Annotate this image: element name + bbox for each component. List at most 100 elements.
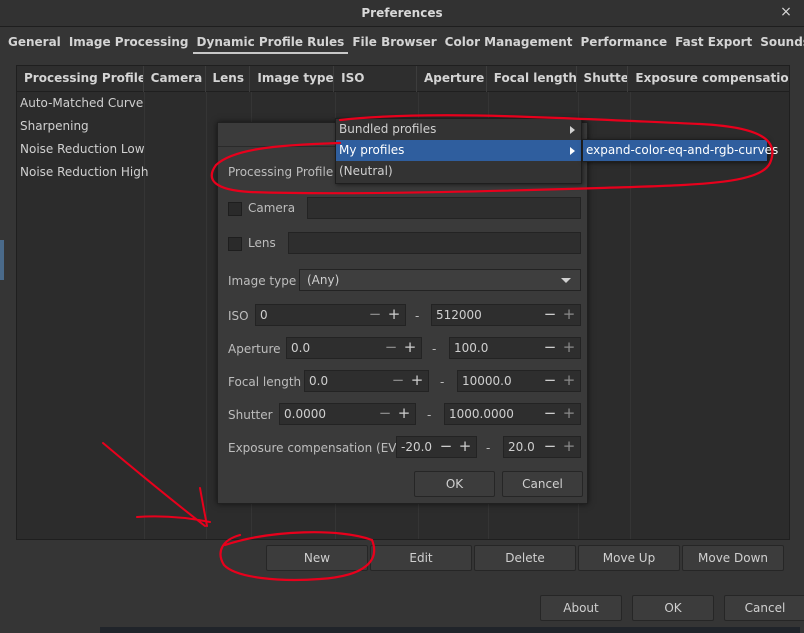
minus-icon[interactable]: −	[383, 338, 399, 358]
table-row[interactable]: Auto-Matched Curve	[17, 92, 789, 115]
window-title: Preferences	[361, 6, 443, 20]
plus-icon[interactable]: +	[561, 305, 577, 325]
shutter-min-value: 0.0000	[284, 407, 326, 421]
minus-icon[interactable]: −	[542, 371, 558, 391]
aperture-max-value: 100.0	[454, 341, 489, 355]
column-header[interactable]: Lens	[206, 66, 251, 92]
exposure-max-value: 20.0	[508, 440, 535, 454]
aperture-max-spinner[interactable]: 100.0 − +	[449, 337, 581, 359]
menu-item-label: My profiles	[339, 143, 405, 157]
aperture-min-value: 0.0	[291, 341, 311, 355]
range-dash: -	[415, 309, 420, 323]
focal-length-label: Focal length	[228, 375, 302, 389]
focal-max-spinner[interactable]: 10000.0 − +	[457, 370, 581, 392]
cancel-button[interactable]: Cancel	[724, 595, 804, 621]
focal-min-value: 0.0	[309, 374, 329, 388]
rule-actions: New Edit Delete Move Up Move Down	[266, 545, 784, 571]
iso-label: ISO	[228, 309, 249, 323]
shutter-max-spinner[interactable]: 1000.0000 − +	[444, 403, 581, 425]
menu-item-label: Bundled profiles	[339, 122, 437, 136]
plus-icon[interactable]: +	[561, 404, 577, 424]
tab-color-management[interactable]: Color Management	[441, 32, 577, 54]
column-header[interactable]: Image type	[250, 66, 335, 92]
my-profiles-submenu: expand-color-eq-and-rgb-curves	[582, 139, 778, 162]
lens-field[interactable]	[288, 232, 581, 254]
tab-fast-export[interactable]: Fast Export	[671, 32, 756, 54]
focal-min-spinner[interactable]: 0.0 − +	[304, 370, 429, 392]
minus-icon[interactable]: −	[542, 338, 558, 358]
ok-button[interactable]: OK	[632, 595, 714, 621]
image-type-value: (Any)	[307, 273, 340, 287]
lens-label: Lens	[248, 236, 276, 250]
minus-icon[interactable]: −	[542, 437, 558, 457]
move-down-button[interactable]: Move Down	[682, 545, 784, 571]
tab-dynamic-profile-rules[interactable]: Dynamic Profile Rules	[192, 32, 349, 54]
background-window-edge	[0, 240, 4, 280]
lens-checkbox[interactable]	[228, 237, 242, 251]
delete-button[interactable]: Delete	[474, 545, 576, 571]
chevron-right-icon	[570, 126, 575, 134]
camera-checkbox[interactable]	[228, 202, 242, 216]
shutter-min-spinner[interactable]: 0.0000 − +	[279, 403, 416, 425]
menu-item-my-profiles[interactable]: My profiles	[336, 140, 581, 161]
minus-icon[interactable]: −	[438, 437, 454, 457]
plus-icon[interactable]: +	[561, 338, 577, 358]
plus-icon[interactable]: +	[457, 437, 473, 457]
iso-min-spinner[interactable]: 0 − +	[255, 304, 406, 326]
tab-sounds[interactable]: Sounds	[756, 32, 804, 54]
new-button[interactable]: New	[266, 545, 368, 571]
tab-file-browser[interactable]: File Browser	[348, 32, 440, 54]
minus-icon[interactable]: −	[542, 404, 558, 424]
focal-max-value: 10000.0	[462, 374, 512, 388]
menu-item-label: (Neutral)	[339, 164, 393, 178]
chevron-down-icon	[561, 278, 571, 283]
camera-field[interactable]	[307, 197, 581, 219]
title-bar: Preferences ×	[0, 0, 804, 27]
column-header[interactable]: Processing Profile	[17, 66, 144, 92]
background-window-edge	[100, 627, 800, 633]
range-dash: -	[432, 342, 437, 356]
plus-icon[interactable]: +	[396, 404, 412, 424]
image-type-select[interactable]: (Any)	[299, 269, 581, 291]
column-header[interactable]: Aperture	[417, 66, 487, 92]
close-icon[interactable]: ×	[778, 4, 794, 20]
column-header[interactable]: Exposure compensation	[628, 66, 789, 92]
tab-performance[interactable]: Performance	[577, 32, 672, 54]
exposure-min-spinner[interactable]: -20.0 − +	[396, 436, 477, 458]
iso-min-value: 0	[260, 308, 268, 322]
menu-item-bundled-profiles[interactable]: Bundled profiles	[336, 119, 581, 140]
exposure-label: Exposure compensation (EV)	[228, 441, 402, 455]
minus-icon[interactable]: −	[542, 305, 558, 325]
column-header[interactable]: Shutter	[577, 66, 629, 92]
dialog-footer: About OK Cancel	[540, 595, 804, 621]
dialog-ok-button[interactable]: OK	[414, 471, 495, 497]
plus-icon[interactable]: +	[402, 338, 418, 358]
tab-image-processing[interactable]: Image Processing	[65, 32, 193, 54]
aperture-label: Aperture	[228, 342, 281, 356]
aperture-min-spinner[interactable]: 0.0 − +	[286, 337, 422, 359]
plus-icon[interactable]: +	[386, 305, 402, 325]
column-header[interactable]: ISO	[334, 66, 417, 92]
column-header[interactable]: Camera	[144, 66, 206, 92]
dialog-cancel-button[interactable]: Cancel	[502, 471, 583, 497]
column-header[interactable]: Focal length	[487, 66, 577, 92]
minus-icon[interactable]: −	[377, 404, 393, 424]
minus-icon[interactable]: −	[390, 371, 406, 391]
move-up-button[interactable]: Move Up	[578, 545, 680, 571]
edit-button[interactable]: Edit	[370, 545, 472, 571]
range-dash: -	[440, 375, 445, 389]
plus-icon[interactable]: +	[561, 437, 577, 457]
plus-icon[interactable]: +	[561, 371, 577, 391]
tab-bar: General Image Processing Dynamic Profile…	[4, 32, 804, 54]
processing-profile-menu: Bundled profiles My profiles (Neutral)	[335, 118, 582, 184]
table-header: Processing Profile Camera Lens Image typ…	[17, 66, 789, 92]
plus-icon[interactable]: +	[409, 371, 425, 391]
about-button[interactable]: About	[540, 595, 622, 621]
menu-item-neutral[interactable]: (Neutral)	[336, 161, 581, 182]
iso-max-spinner[interactable]: 512000 − +	[431, 304, 581, 326]
exposure-max-spinner[interactable]: 20.0 − +	[503, 436, 581, 458]
minus-icon[interactable]: −	[367, 305, 383, 325]
tab-general[interactable]: General	[4, 32, 65, 54]
menu-item-expand-color-eq-and-rgb-curves[interactable]: expand-color-eq-and-rgb-curves	[583, 140, 778, 161]
range-dash: -	[427, 408, 432, 422]
